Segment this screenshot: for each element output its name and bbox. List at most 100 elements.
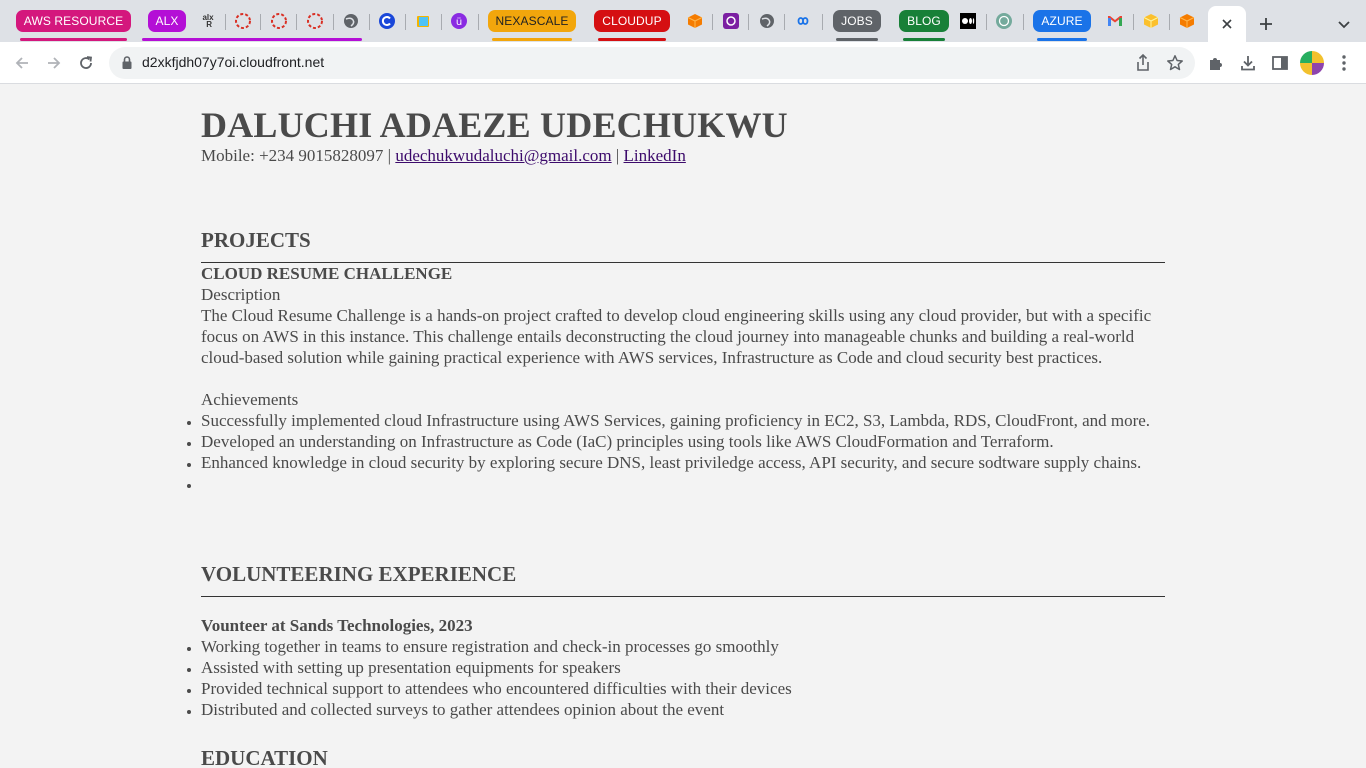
tab-group-label: BLOG	[899, 10, 949, 32]
list-item	[201, 473, 1165, 494]
side-panel-button[interactable]	[1268, 51, 1292, 75]
share-icon[interactable]	[1135, 54, 1151, 72]
tab-purple-u[interactable]: ü	[448, 0, 470, 42]
arrow-right-icon	[48, 57, 61, 69]
tab-group-label: ALX	[147, 10, 187, 32]
achievements-label: Achievements	[201, 390, 299, 409]
close-icon[interactable]	[1221, 18, 1233, 30]
tab-strip: AWS RESOURCE ALX alx R ü NEXASCALE CLOUD…	[0, 0, 1366, 42]
svg-text:ü: ü	[456, 17, 462, 28]
list-item: Developed an understanding on Infrastruc…	[201, 431, 1165, 452]
purple-u-icon: ü	[451, 13, 467, 29]
orange-cube-icon	[1179, 14, 1195, 28]
mobile-text: Mobile: +234 9015828097	[201, 146, 384, 165]
address-bar[interactable]: d2xkfjdh07y7oi.cloudfront.net	[109, 47, 1195, 79]
yellow-cube-icon	[1143, 14, 1159, 28]
back-button[interactable]	[10, 51, 34, 75]
volunteering-list: Working together in teams to ensure regi…	[201, 636, 1165, 720]
tab-globe-2[interactable]	[756, 0, 778, 42]
lock-icon[interactable]	[121, 55, 133, 70]
contact-line: Mobile: +234 9015828097 | udechukwudaluc…	[201, 146, 686, 166]
downloads-button[interactable]	[1236, 51, 1260, 75]
list-item: Enhanced knowledge in cloud security by …	[201, 452, 1165, 473]
section-divider	[201, 596, 1165, 597]
list-item: Assisted with setting up presentation eq…	[201, 657, 1165, 678]
tab-jobs[interactable]: JOBS	[830, 0, 884, 42]
tab-purple-hex[interactable]	[720, 0, 742, 42]
reload-icon	[80, 56, 93, 69]
tab-chatgpt[interactable]	[993, 0, 1015, 42]
tab-alx[interactable]: ALX	[142, 0, 362, 42]
browser-toolbar: d2xkfjdh07y7oi.cloudfront.net	[0, 42, 1366, 84]
tab-loading-3[interactable]	[304, 0, 326, 42]
tab-nexascale[interactable]: NEXASCALE	[486, 0, 578, 42]
tab-globe-1[interactable]	[340, 0, 362, 42]
extensions-button[interactable]	[1204, 51, 1228, 75]
tab-loading-2[interactable]	[268, 0, 290, 42]
orange-cube-icon	[687, 14, 703, 28]
globe-icon	[344, 14, 358, 28]
menu-button[interactable]	[1332, 51, 1356, 75]
tab-azure[interactable]: AZURE	[1031, 0, 1093, 42]
gmail-icon	[1108, 16, 1122, 26]
tab-group-label: JOBS	[833, 10, 881, 32]
volunteer-role: Vounteer at Sands Technologies, 2023	[201, 616, 473, 635]
c-logo-icon	[379, 13, 395, 29]
arrow-left-icon	[15, 57, 28, 69]
side-panel-icon	[1272, 56, 1288, 70]
alx-icon: alx R	[202, 13, 214, 29]
loading-circle-icon	[271, 13, 287, 29]
loading-circle-icon	[307, 13, 323, 29]
globe-icon	[760, 14, 774, 28]
tab-alx-icon[interactable]: alx R	[197, 0, 219, 42]
medium-icon	[960, 13, 976, 29]
forward-button[interactable]	[42, 51, 66, 75]
loading-circle-icon	[235, 13, 251, 29]
education-heading: EDUCATION	[201, 746, 328, 768]
tab-group-label: CLOUDUP	[594, 10, 670, 32]
chatgpt-icon	[996, 13, 1012, 29]
book-icon	[417, 16, 429, 27]
profile-avatar[interactable]	[1300, 51, 1324, 75]
url-text[interactable]: d2xkfjdh07y7oi.cloudfront.net	[142, 54, 324, 70]
reload-button[interactable]	[74, 51, 98, 75]
puzzle-icon	[1210, 58, 1222, 70]
resume-name: DALUCHI ADAEZE UDECHUKWU	[201, 105, 788, 145]
project-title: CLOUD RESUME CHALLENGE	[201, 264, 453, 283]
tab-medium[interactable]	[957, 0, 979, 42]
tab-c-logo[interactable]	[376, 0, 398, 42]
tab-loading-1[interactable]	[232, 0, 254, 42]
kebab-menu-icon	[1342, 55, 1346, 71]
tab-gmail[interactable]	[1104, 0, 1126, 42]
plus-icon	[1260, 18, 1272, 30]
list-item: Successfully implemented cloud Infrastru…	[201, 410, 1165, 431]
linkedin-link[interactable]: LinkedIn	[624, 146, 686, 165]
list-item: Distributed and collected surveys to gat…	[201, 699, 1165, 720]
tab-group-label: AWS RESOURCE	[15, 10, 132, 32]
tab-group-label: AZURE	[1033, 10, 1091, 32]
download-icon	[1241, 56, 1255, 71]
separator: |	[611, 146, 624, 165]
active-tab[interactable]	[1208, 6, 1246, 42]
tab-orange-cube-1[interactable]	[684, 0, 706, 42]
chevron-down-icon	[1338, 21, 1350, 29]
tab-blog[interactable]: BLOG	[897, 0, 951, 42]
tab-yellow-cube[interactable]	[1140, 0, 1162, 42]
tab-orange-cube-2[interactable]	[1176, 0, 1198, 42]
project-description: The Cloud Resume Challenge is a hands-on…	[201, 306, 1152, 367]
tab-infinity[interactable]	[792, 0, 814, 42]
description-label: Description	[201, 285, 281, 304]
infinity-icon	[797, 17, 809, 25]
purple-hex-icon	[723, 13, 739, 29]
list-item: Provided technical support to attendees …	[201, 678, 1165, 699]
tab-cloudup[interactable]: CLOUDUP	[592, 0, 672, 42]
volunteering-heading: VOLUNTEERING EXPERIENCE	[201, 562, 517, 586]
new-tab-button[interactable]	[1255, 13, 1277, 35]
email-link[interactable]: udechukwudaluchi@gmail.com	[395, 146, 611, 165]
tab-aws-resource[interactable]: AWS RESOURCE	[14, 0, 133, 42]
projects-heading: PROJECTS	[201, 228, 311, 252]
tab-search-button[interactable]	[1333, 14, 1355, 36]
bookmark-star-icon[interactable]	[1166, 54, 1184, 72]
tab-book[interactable]	[412, 0, 434, 42]
tab-group-label: NEXASCALE	[487, 10, 577, 32]
